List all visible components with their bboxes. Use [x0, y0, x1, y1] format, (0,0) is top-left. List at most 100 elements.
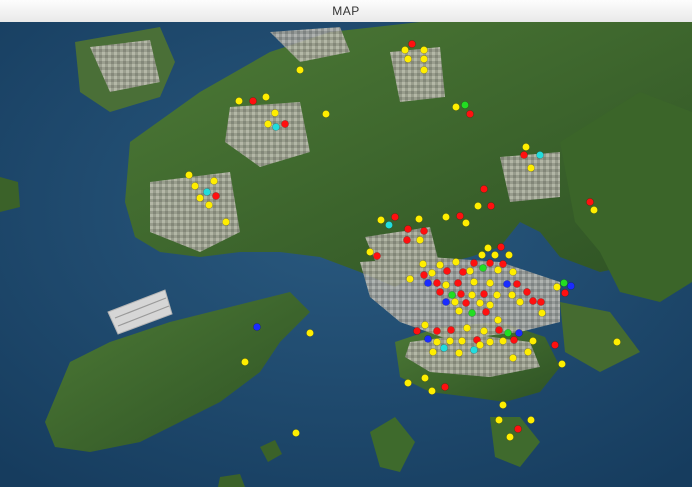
map-marker-red[interactable] — [433, 327, 441, 335]
map-marker-red[interactable] — [514, 425, 522, 433]
map-marker-yellow[interactable] — [420, 66, 428, 74]
map-marker-yellow[interactable] — [509, 268, 517, 276]
map-marker-yellow[interactable] — [558, 360, 566, 368]
map-marker-yellow[interactable] — [436, 261, 444, 269]
map-marker-red[interactable] — [480, 290, 488, 298]
map-marker-cyan[interactable] — [536, 151, 544, 159]
map-marker-red[interactable] — [499, 260, 507, 268]
map-marker-red[interactable] — [403, 236, 411, 244]
map-marker-red[interactable] — [281, 120, 289, 128]
map-marker-red[interactable] — [441, 383, 449, 391]
map-marker-blue[interactable] — [567, 282, 575, 290]
map-marker-yellow[interactable] — [196, 194, 204, 202]
map-marker-yellow[interactable] — [476, 341, 484, 349]
map-marker-yellow[interactable] — [509, 354, 517, 362]
map-marker-red[interactable] — [420, 227, 428, 235]
map-marker-yellow[interactable] — [553, 283, 561, 291]
map-marker-yellow[interactable] — [495, 416, 503, 424]
map-marker-red[interactable] — [454, 279, 462, 287]
map-marker-yellow[interactable] — [442, 213, 450, 221]
map-marker-red[interactable] — [523, 288, 531, 296]
map-marker-yellow[interactable] — [292, 429, 300, 437]
map-marker-yellow[interactable] — [421, 321, 429, 329]
map-marker-yellow[interactable] — [499, 401, 507, 409]
map-marker-yellow[interactable] — [505, 251, 513, 259]
map-marker-yellow[interactable] — [420, 46, 428, 54]
map-marker-red[interactable] — [420, 271, 428, 279]
map-marker-yellow[interactable] — [404, 379, 412, 387]
map-marker-yellow[interactable] — [484, 244, 492, 252]
map-view[interactable] — [0, 22, 692, 487]
map-marker-yellow[interactable] — [306, 329, 314, 337]
map-marker-yellow[interactable] — [420, 55, 428, 63]
map-marker-blue[interactable] — [503, 280, 511, 288]
map-marker-red[interactable] — [497, 243, 505, 251]
map-marker-yellow[interactable] — [185, 171, 193, 179]
map-marker-yellow[interactable] — [486, 301, 494, 309]
map-marker-yellow[interactable] — [508, 291, 516, 299]
map-marker-red[interactable] — [391, 213, 399, 221]
map-marker-yellow[interactable] — [470, 278, 478, 286]
map-marker-yellow[interactable] — [486, 279, 494, 287]
map-marker-red[interactable] — [456, 212, 464, 220]
map-marker-yellow[interactable] — [522, 143, 530, 151]
map-marker-yellow[interactable] — [421, 374, 429, 382]
map-marker-green[interactable] — [479, 264, 487, 272]
map-marker-yellow[interactable] — [210, 177, 218, 185]
map-marker-cyan[interactable] — [440, 344, 448, 352]
map-marker-yellow[interactable] — [480, 327, 488, 335]
map-marker-blue[interactable] — [424, 335, 432, 343]
map-marker-red[interactable] — [529, 297, 537, 305]
map-marker-red[interactable] — [510, 336, 518, 344]
map-marker-red[interactable] — [462, 299, 470, 307]
map-marker-yellow[interactable] — [416, 236, 424, 244]
map-marker-yellow[interactable] — [463, 324, 471, 332]
map-marker-red[interactable] — [408, 40, 416, 48]
map-marker-yellow[interactable] — [428, 269, 436, 277]
map-marker-yellow[interactable] — [222, 218, 230, 226]
map-marker-red[interactable] — [486, 259, 494, 267]
map-marker-yellow[interactable] — [401, 46, 409, 54]
map-marker-blue[interactable] — [442, 298, 450, 306]
map-marker-red[interactable] — [413, 327, 421, 335]
map-marker-yellow[interactable] — [446, 337, 454, 345]
map-marker-yellow[interactable] — [366, 248, 374, 256]
map-marker-yellow[interactable] — [271, 109, 279, 117]
map-marker-yellow[interactable] — [516, 298, 524, 306]
map-marker-red[interactable] — [482, 308, 490, 316]
map-marker-yellow[interactable] — [415, 215, 423, 223]
map-marker-yellow[interactable] — [205, 201, 213, 209]
map-marker-yellow[interactable] — [442, 281, 450, 289]
map-marker-yellow[interactable] — [419, 260, 427, 268]
map-marker-yellow[interactable] — [241, 358, 249, 366]
map-marker-red[interactable] — [520, 151, 528, 159]
map-marker-red[interactable] — [513, 280, 521, 288]
map-marker-cyan[interactable] — [272, 123, 280, 131]
map-marker-red[interactable] — [373, 252, 381, 260]
map-marker-red[interactable] — [443, 267, 451, 275]
map-marker-red[interactable] — [487, 202, 495, 210]
map-marker-blue[interactable] — [253, 323, 261, 331]
map-marker-red[interactable] — [436, 288, 444, 296]
satellite-map[interactable] — [0, 22, 692, 487]
map-marker-yellow[interactable] — [494, 266, 502, 274]
map-marker-yellow[interactable] — [462, 219, 470, 227]
map-marker-red[interactable] — [561, 289, 569, 297]
map-marker-yellow[interactable] — [486, 338, 494, 346]
map-marker-red[interactable] — [537, 298, 545, 306]
map-marker-yellow[interactable] — [191, 182, 199, 190]
map-marker-red[interactable] — [551, 341, 559, 349]
map-marker-yellow[interactable] — [478, 251, 486, 259]
map-marker-red[interactable] — [586, 198, 594, 206]
map-marker-yellow[interactable] — [613, 338, 621, 346]
map-marker-yellow[interactable] — [377, 216, 385, 224]
map-marker-green[interactable] — [504, 329, 512, 337]
map-marker-red[interactable] — [495, 326, 503, 334]
map-marker-red[interactable] — [470, 259, 478, 267]
map-marker-yellow[interactable] — [455, 349, 463, 357]
map-marker-red[interactable] — [459, 268, 467, 276]
map-marker-yellow[interactable] — [455, 307, 463, 315]
map-marker-green[interactable] — [461, 101, 469, 109]
map-marker-yellow[interactable] — [529, 337, 537, 345]
map-marker-yellow[interactable] — [474, 202, 482, 210]
